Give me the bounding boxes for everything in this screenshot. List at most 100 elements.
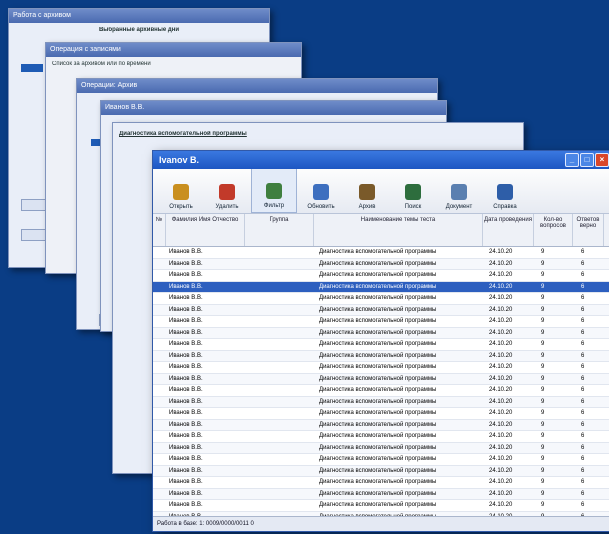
status-bar: Работа в базе: 1: 0009/0000/0011 0 bbox=[153, 516, 609, 531]
toolbar-button[interactable]: Архив bbox=[345, 170, 389, 213]
table-row[interactable]: Иванов В.В. Диагностика вспомогательной п… bbox=[153, 350, 609, 362]
table-cell bbox=[247, 385, 317, 396]
table-cell: Иванов В.В. bbox=[169, 410, 203, 416]
table-cell: 24.10.20 bbox=[489, 272, 513, 278]
table-cell: 9 bbox=[541, 295, 545, 301]
table-cell bbox=[247, 270, 317, 281]
column-header-questions[interactable]: Кол-во вопросов bbox=[534, 214, 573, 246]
table-cell: Иванов В.В. bbox=[169, 502, 203, 508]
column-header-name[interactable]: Фамилия Имя Отчество bbox=[166, 214, 245, 246]
table-row[interactable]: Иванов В.В. Диагностика вспомогательной п… bbox=[153, 419, 609, 431]
table-cell: 6 bbox=[581, 421, 585, 428]
table-row[interactable]: Иванов В.В. Диагностика вспомогательной п… bbox=[153, 442, 609, 454]
table-cell: 6 bbox=[581, 410, 585, 416]
records-text: Список за архивом или по времени bbox=[52, 61, 151, 67]
table-cell: Диагностика вспомогательной программы bbox=[319, 421, 437, 428]
table-cell bbox=[153, 408, 167, 419]
table-row[interactable]: Иванов В.В. Диагностика вспомогательной п… bbox=[153, 500, 609, 512]
column-header-group[interactable]: Группа bbox=[245, 214, 314, 246]
table-cell: 9 bbox=[541, 433, 545, 439]
table-row[interactable]: Иванов В.В. Диагностика вспомогательной п… bbox=[153, 258, 609, 270]
toolbar-button[interactable]: Обновить bbox=[299, 170, 343, 213]
refresh-icon bbox=[313, 184, 329, 200]
table-cell: 24.10.20 bbox=[489, 467, 513, 474]
table-cell bbox=[247, 316, 317, 327]
table-cell bbox=[153, 500, 167, 511]
table-cell: Иванов В.В. bbox=[169, 341, 203, 347]
table-cell: 9 bbox=[541, 375, 545, 382]
close-icon[interactable]: × bbox=[595, 153, 609, 167]
table-cell: 24.10.20 bbox=[489, 398, 513, 405]
table-cell: 9 bbox=[541, 249, 545, 255]
table-row[interactable]: Иванов В.В. Диагностика вспомогательной п… bbox=[153, 454, 609, 466]
table-cell: Иванов В.В. bbox=[169, 398, 203, 405]
table-cell bbox=[153, 247, 167, 258]
toolbar-button[interactable]: Удалить bbox=[205, 170, 249, 213]
table-row[interactable]: Иванов В.В. Диагностика вспомогательной п… bbox=[153, 270, 609, 282]
toolbar-button[interactable]: Справка bbox=[483, 170, 527, 213]
table-row[interactable]: Иванов В.В. Диагностика вспомогательной п… bbox=[153, 385, 609, 397]
toolbar-button[interactable]: Документ bbox=[437, 170, 481, 213]
table-row[interactable]: Иванов В.В. Диагностика вспомогательной п… bbox=[153, 293, 609, 305]
list-selection[interactable] bbox=[21, 64, 43, 72]
table-row[interactable]: Иванов В.В. Диагностика вспомогательной п… bbox=[153, 431, 609, 443]
table-cell: 9 bbox=[541, 421, 545, 428]
table-cell: 24.10.20 bbox=[489, 490, 513, 497]
toolbar-button[interactable]: Фильтр bbox=[251, 168, 297, 213]
table-cell: Иванов В.В. bbox=[169, 352, 203, 359]
table-cell: 9 bbox=[541, 283, 545, 290]
table-row[interactable]: Иванов В.В. Диагностика вспомогательной п… bbox=[153, 477, 609, 489]
table-cell bbox=[153, 431, 167, 442]
table-row[interactable]: Иванов В.В. Диагностика вспомогательной п… bbox=[153, 247, 609, 259]
table-row[interactable]: Иванов В.В. Диагностика вспомогательной п… bbox=[153, 362, 609, 374]
table-row[interactable]: Иванов В.В. Диагностика вспомогательной п… bbox=[153, 465, 609, 477]
table-cell: 24.10.20 bbox=[489, 433, 513, 439]
table-cell: 6 bbox=[581, 272, 585, 278]
table-cell bbox=[247, 443, 317, 454]
column-header-number[interactable]: № bbox=[153, 214, 166, 246]
toolbar-button[interactable]: Поиск bbox=[391, 170, 435, 213]
table-row[interactable]: Иванов В.В. Диагностика вспомогательной п… bbox=[153, 408, 609, 420]
table-row[interactable]: Иванов В.В. Диагностика вспомогательной п… bbox=[153, 327, 609, 339]
table-cell bbox=[247, 259, 317, 270]
table-cell bbox=[153, 259, 167, 270]
main-window-titlebar: Ivanov B. _ □ × bbox=[153, 151, 609, 169]
table-cell: Иванов В.В. bbox=[169, 375, 203, 382]
main-window[interactable]: Ivanov B. _ □ × Открыть Удалить Фильтр Обно… bbox=[152, 150, 609, 532]
minimize-icon[interactable]: _ bbox=[565, 153, 579, 167]
table-cell: 6 bbox=[581, 352, 585, 359]
table-cell: 24.10.20 bbox=[489, 444, 513, 451]
toolbar-button-label: Обновить bbox=[307, 204, 335, 210]
table-cell: 24.10.20 bbox=[489, 479, 513, 485]
table-cell: 9 bbox=[541, 341, 545, 347]
table-row[interactable]: Иванов В.В. Диагностика вспомогательной п… bbox=[153, 339, 609, 351]
toolbar-button[interactable]: Открыть bbox=[159, 170, 203, 213]
column-header-topic[interactable]: Наименование темы теста bbox=[314, 214, 483, 246]
table-cell bbox=[247, 351, 317, 362]
table-row[interactable]: Иванов В.В. Диагностика вспомогательной п… bbox=[153, 316, 609, 328]
table-cell: 9 bbox=[541, 490, 545, 497]
table-cell: Диагностика вспомогательной программы bbox=[319, 341, 437, 347]
table-cell: 6 bbox=[581, 249, 585, 255]
table-cell: Иванов В.В. bbox=[169, 421, 203, 428]
table-cell: Диагностика вспомогательной программы bbox=[319, 433, 437, 439]
table-cell bbox=[153, 270, 167, 281]
table-row[interactable]: Иванов В.В. Диагностика вспомогательной п… bbox=[153, 304, 609, 316]
table-cell: 9 bbox=[541, 444, 545, 451]
table-cell bbox=[153, 316, 167, 327]
column-header-correct[interactable]: Ответов верно bbox=[573, 214, 604, 246]
maximize-icon[interactable]: □ bbox=[580, 153, 594, 167]
table-cell: 6 bbox=[581, 364, 585, 370]
table-cell: 6 bbox=[581, 479, 585, 485]
table-row[interactable]: Иванов В.В. Диагностика вспомогательной п… bbox=[153, 281, 609, 293]
table-row[interactable]: Иванов В.В. Диагностика вспомогательной п… bbox=[153, 396, 609, 408]
table-cell: 6 bbox=[581, 502, 585, 508]
table-cell: Иванов В.В. bbox=[169, 364, 203, 370]
column-header-date[interactable]: Дата проведения bbox=[483, 214, 534, 246]
table-cell: 6 bbox=[581, 444, 585, 451]
table-cell: Диагностика вспомогательной программы bbox=[319, 502, 437, 508]
table-cell bbox=[247, 305, 317, 316]
table-row[interactable]: Иванов В.В. Диагностика вспомогательной п… bbox=[153, 488, 609, 500]
table-row[interactable]: Иванов В.В. Диагностика вспомогательной п… bbox=[153, 373, 609, 385]
table-cell: Диагностика вспомогательной программы bbox=[319, 387, 437, 393]
